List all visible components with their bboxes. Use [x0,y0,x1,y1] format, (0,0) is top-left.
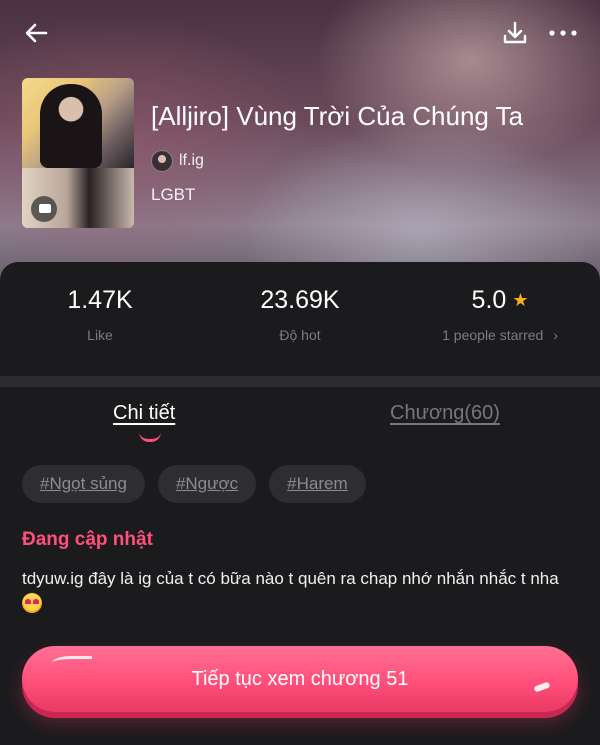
avatar [151,150,173,172]
heart-eyes-emoji-icon [22,593,42,613]
tag-chip[interactable]: #Ngược [157,465,257,503]
cover-media-icon [31,196,57,222]
top-bar [0,16,600,50]
chevron-right-icon: › [553,327,558,343]
rating-stat[interactable]: 5.0 ★ 1 people starred › [400,286,600,343]
arrow-left-icon [25,23,48,43]
hot-value-text: 23.69K [260,286,340,314]
tag-chip[interactable]: #Harem [269,465,366,503]
book-title: [Alljiro] Vùng Trời Của Chúng Ta [151,101,524,131]
stats-row: 1.47K Like 23.69K Độ hot 5.0 ★ 1 people … [0,262,600,372]
likes-label: Like [87,327,113,343]
back-button[interactable] [20,16,54,50]
rating-value-text: 5.0 [471,286,507,314]
tab-active-indicator [139,432,161,442]
star-icon: ★ [512,290,529,310]
section-divider [0,376,600,387]
hot-stat: 23.69K Độ hot [200,286,400,343]
author-name: lf.ig [179,152,204,169]
tag-chip[interactable]: #Ngọt sủng [22,465,145,503]
tab-chapters[interactable]: Chương(60) [390,402,500,425]
continue-reading-label: Tiếp tục xem chương 51 [191,667,409,690]
cover-figure [40,84,102,168]
author-link[interactable]: lf.ig [151,150,204,172]
hot-label: Độ hot [279,327,321,343]
detail-panel: 1.47K Like 23.69K Độ hot 5.0 ★ 1 people … [0,262,600,745]
likes-value-text: 1.47K [67,286,133,314]
description: tdyuw.ig đây là ig của t có bữa nào t qu… [22,566,572,618]
download-icon [503,21,527,44]
update-status: Đang cập nhật [22,529,153,550]
tab-detail[interactable]: Chi tiết [113,402,175,425]
likes-value: 1.47K [0,286,200,315]
download-button[interactable] [498,16,532,50]
likes-stat: 1.47K Like [0,286,200,343]
more-horizontal-icon [549,30,577,36]
rating-value: 5.0 ★ [400,286,600,315]
book-cover[interactable] [22,78,134,228]
rating-label: 1 people starred › [400,327,600,343]
tab-bar: Chi tiết Chương(60) [0,402,600,446]
button-shine [533,681,551,693]
continue-reading-button[interactable]: Tiếp tục xem chương 51 [22,646,578,712]
description-text: tdyuw.ig đây là ig của t có bữa nào t qu… [22,569,559,588]
rating-label-text: 1 people starred [442,327,544,343]
more-button[interactable] [546,16,580,50]
tag-list: #Ngọt sủng #Ngược #Harem [22,465,366,503]
genre-label: LGBT [151,185,196,204]
button-shine [52,656,92,670]
hot-value: 23.69K [200,286,400,315]
